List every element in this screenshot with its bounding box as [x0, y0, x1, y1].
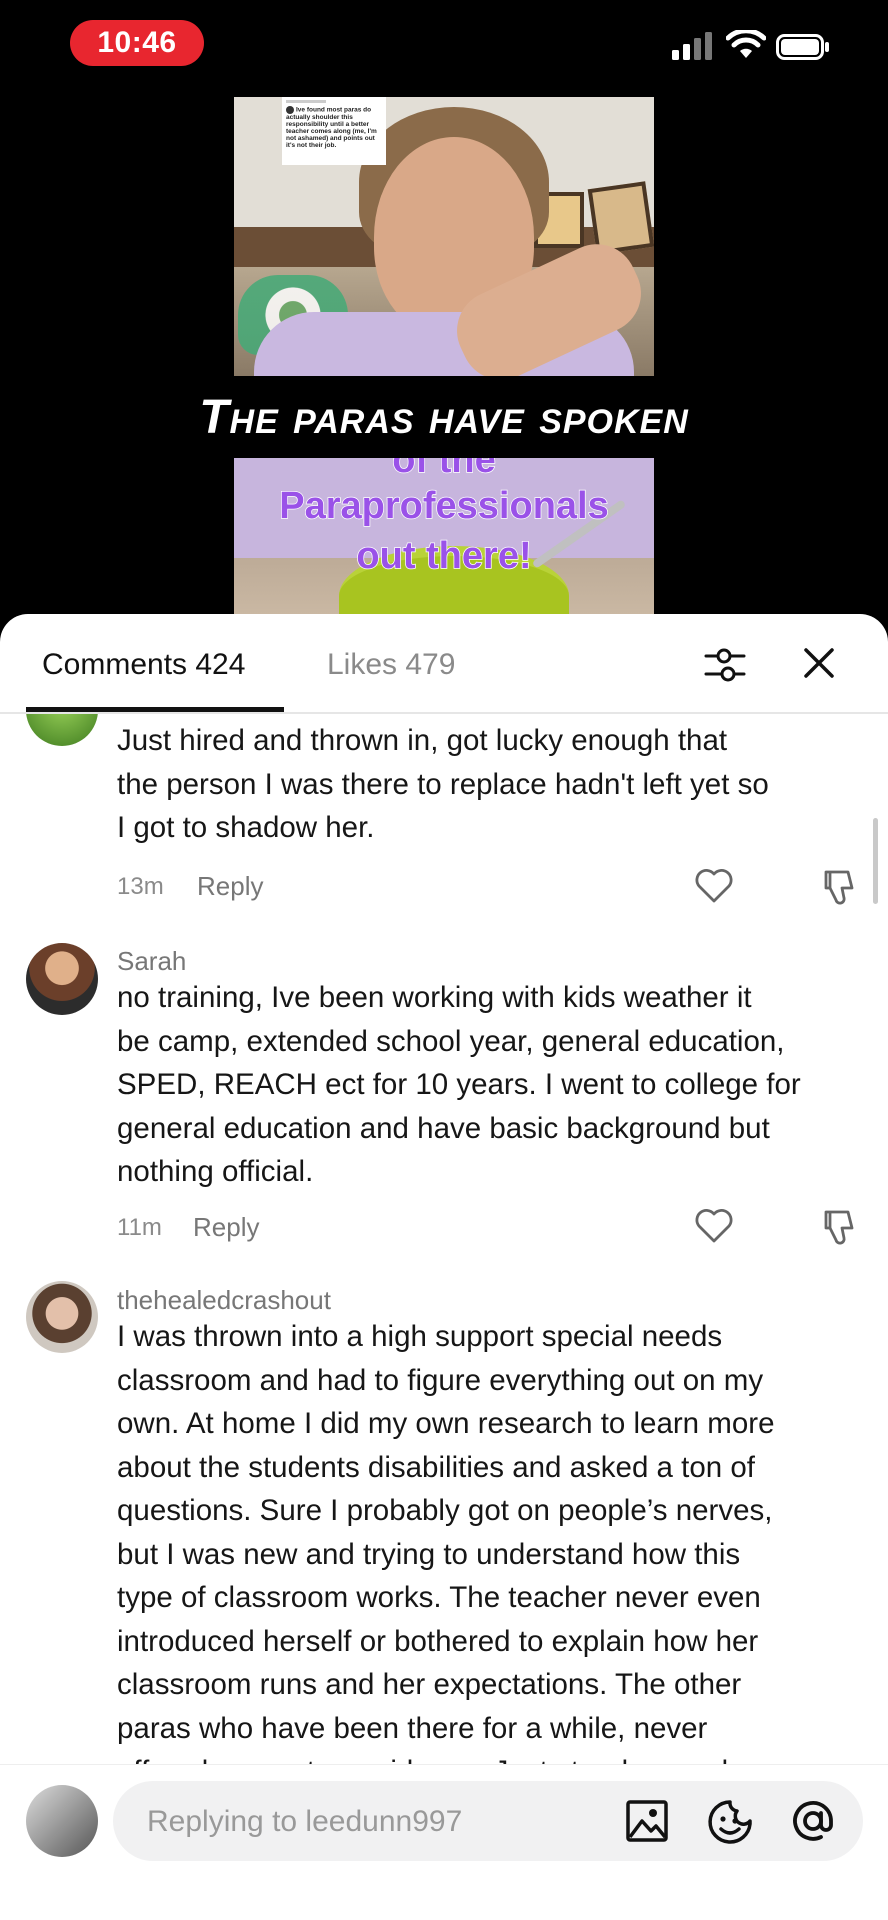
tab-comments[interactable]: Comments 424	[42, 648, 245, 682]
heart-icon[interactable]	[694, 1208, 734, 1244]
heart-icon[interactable]	[694, 868, 734, 904]
image-icon[interactable]	[625, 1799, 669, 1843]
reply-placeholder: Replying to leedunn997	[147, 1805, 463, 1838]
video-frame-bottom: of the Paraprofessionals out there!	[234, 458, 654, 620]
comment-time: 11m	[117, 1214, 162, 1241]
video-overlay-line: of the	[392, 458, 497, 482]
video-overlay-title: The paras have spoken	[199, 391, 689, 444]
dislike-icon[interactable]	[818, 1206, 858, 1246]
comment-text: Just hired and thrown in, got lucky enou…	[117, 724, 769, 844]
wifi-icon	[726, 30, 766, 58]
avatar[interactable]	[26, 1281, 98, 1353]
dislike-icon[interactable]	[818, 866, 858, 906]
filter-icon[interactable]	[704, 644, 746, 686]
at-mention-icon[interactable]	[789, 1797, 837, 1845]
active-tab-indicator	[26, 707, 284, 712]
reply-button[interactable]: Reply	[193, 1212, 259, 1243]
comment-text: no training, Ive been working with kids …	[117, 981, 801, 1188]
comment-username[interactable]: thehealedcrashout	[117, 1285, 331, 1316]
reply-input[interactable]: Replying to leedunn997	[113, 1781, 863, 1861]
close-icon[interactable]	[800, 644, 838, 682]
status-time: 10:46	[70, 20, 204, 66]
video-overlay-line: out there!	[356, 534, 533, 578]
video-overlay-line: Paraprofessionals	[279, 484, 610, 528]
video-frame-top: Ive found most paras do actually shoulde…	[234, 97, 654, 376]
comments-list[interactable]: Just hired and thrown in, got lucky enou…	[0, 714, 888, 1766]
scrollbar[interactable]	[873, 818, 878, 904]
comment-time: 13m	[117, 873, 164, 900]
reply-button[interactable]: Reply	[197, 871, 263, 902]
video-caption-card: Ive found most paras do actually shoulde…	[282, 97, 386, 165]
comment-username[interactable]: Sarah	[117, 946, 186, 977]
avatar[interactable]	[26, 714, 98, 746]
comments-sheet: Comments 424 Likes 479 Just hired and th…	[0, 614, 888, 1920]
status-bar: 10:46	[0, 0, 888, 90]
reply-composer: Replying to leedunn997	[0, 1764, 888, 1920]
avatar[interactable]	[26, 1785, 98, 1857]
battery-icon	[776, 34, 829, 60]
video-player[interactable]: Ive found most paras do actually shoulde…	[0, 90, 888, 620]
signal-icon	[672, 32, 712, 60]
avatar[interactable]	[26, 943, 98, 1015]
tab-likes[interactable]: Likes 479	[327, 648, 455, 682]
emoji-icon[interactable]	[707, 1799, 753, 1845]
sheet-tabs: Comments 424 Likes 479	[0, 614, 888, 714]
comment-text: I was thrown into a high support special…	[117, 1320, 775, 1766]
